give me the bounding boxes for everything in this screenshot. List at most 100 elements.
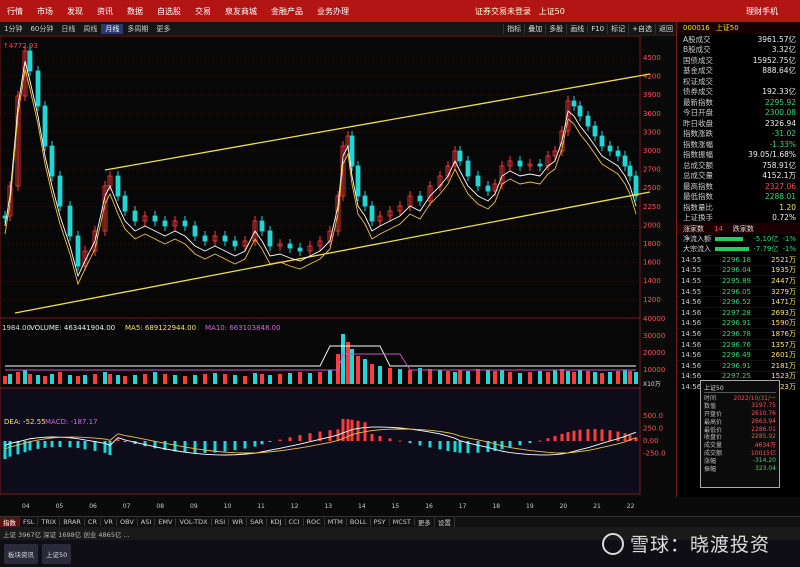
menu-item-data[interactable]: 数据 — [120, 6, 150, 17]
menu-item-products[interactable]: 金融产品 — [264, 6, 310, 17]
volume-bar — [446, 371, 450, 384]
indicator-tab[interactable]: 指数 — [0, 517, 20, 527]
volume-bar — [634, 372, 638, 384]
tab-60min[interactable]: 60分钟 — [26, 24, 57, 34]
volume-bar — [243, 376, 247, 384]
candle — [485, 185, 491, 192]
tick-row: 14:56 2296.52 1471万 — [677, 296, 800, 307]
menu-item-services[interactable]: 业务办理 — [310, 6, 356, 17]
candle — [465, 160, 471, 177]
indicator-tab[interactable]: VOL-TDX — [176, 518, 212, 526]
macd-bar — [36, 441, 40, 449]
volume-bar — [546, 372, 550, 384]
macd-bar — [243, 441, 247, 449]
indicator-tab[interactable]: BOLL — [347, 518, 371, 526]
stock-header[interactable]: 000016 上证50 — [677, 22, 800, 34]
indicator-tab[interactable]: RSI — [212, 518, 230, 526]
draw-line-button[interactable]: 画线 — [566, 24, 587, 34]
macd-bar — [50, 441, 54, 448]
tab-1min[interactable]: 1分钟 — [0, 24, 26, 34]
menu-item-trade[interactable]: 交易 — [188, 6, 218, 17]
price-axis-label: 1800 — [643, 240, 661, 248]
macd-bar — [438, 441, 442, 450]
indicator-tab[interactable]: FSL — [20, 518, 39, 526]
menu-item-watchlist[interactable]: 自选股 — [150, 6, 188, 17]
tick-row: 14:55 2295.89 2447万 — [677, 275, 800, 286]
macd-bar — [458, 441, 462, 453]
indicator-tab[interactable]: PSY — [371, 518, 390, 526]
stock-name: 上证50 — [715, 24, 739, 32]
menu-item-exchange[interactable]: 市场 — [30, 6, 60, 17]
volume-bar — [3, 376, 7, 384]
indicator-tab[interactable]: SAR — [247, 518, 268, 526]
macd-bar — [260, 441, 264, 445]
tick-list[interactable]: 14:55 2296.18 2521万 14:55 2296.04 1935万 14:55 2… — [677, 254, 800, 392]
volume-bar — [103, 372, 107, 384]
taskbar-news[interactable]: 板块资讯 — [4, 543, 38, 564]
candle — [27, 50, 33, 72]
tab-more[interactable]: 更多 — [152, 24, 174, 34]
volume-legend: VOLUME: 463441904.00 — [30, 324, 116, 332]
indicator-tab[interactable]: ROC — [304, 518, 325, 526]
stat-row: 总成交量 4152.1万 — [683, 171, 796, 181]
overlay-button[interactable]: 叠加 — [524, 24, 545, 34]
macd-bar — [3, 441, 7, 459]
indicator-tab[interactable]: KDJ — [267, 518, 286, 526]
stat-row: 今日开盘 2300.08 — [683, 108, 796, 118]
stat-row: 上证换手 0.72% — [683, 213, 796, 223]
indicator-tab[interactable]: TRIX — [38, 518, 61, 526]
x-axis-label: 04 — [22, 503, 30, 510]
indicator-tab[interactable]: ASI — [138, 518, 156, 526]
volume-bar — [486, 370, 490, 384]
f10-button[interactable]: F10 — [587, 25, 607, 33]
indicator-tab[interactable]: WR — [229, 518, 248, 526]
candle — [115, 175, 121, 197]
indicator-tab[interactable]: BRAR — [60, 518, 85, 526]
add-watchlist-button[interactable]: +自选 — [628, 24, 655, 34]
tab-weekly[interactable]: 周线 — [79, 24, 101, 34]
menu-item-discover[interactable]: 发现 — [60, 6, 90, 17]
indicator-tab[interactable]: 设置 — [435, 517, 455, 527]
macd-bar — [388, 438, 392, 441]
indicator-tab[interactable]: CR — [85, 518, 101, 526]
macd-bar — [560, 433, 564, 441]
indicator-tab[interactable]: MCST — [390, 518, 415, 526]
tab-multi-period[interactable]: 多周期 — [123, 24, 152, 34]
menu-item-mall[interactable]: 泉友商城 — [218, 6, 264, 17]
indicator-tab[interactable]: OBV — [117, 518, 138, 526]
price-pane — [0, 35, 641, 319]
macd-bar — [68, 441, 72, 448]
volume-bar — [458, 370, 462, 384]
indicator-button[interactable]: 指标 — [503, 24, 524, 34]
volume-bar — [608, 372, 612, 384]
indicator-tab[interactable]: CCI — [286, 518, 304, 526]
indicator-tab[interactable]: MTM — [325, 518, 347, 526]
back-button[interactable]: 返回 — [655, 24, 676, 34]
stat-row: 总成交额 758.91亿 — [683, 160, 796, 170]
macd-bar — [600, 429, 604, 441]
peak-label: ↑4772.93 — [3, 42, 38, 50]
mark-button[interactable]: 标记 — [607, 24, 628, 34]
kline-chart-area[interactable]: 4500 4200 3900 3600 3300 3000 2700 2500 2250 2000… — [0, 35, 676, 516]
candle — [517, 160, 523, 167]
multi-stock-button[interactable]: 多股 — [545, 24, 566, 34]
candle — [35, 70, 41, 107]
indicator-tab[interactable]: 更多 — [415, 517, 435, 527]
indicator-tab[interactable]: VR — [101, 518, 117, 526]
stat-row: 最高指数 2327.06 — [683, 181, 796, 191]
volume-bar — [133, 375, 137, 384]
indicator-tab[interactable]: EMV — [155, 518, 177, 526]
candle — [152, 215, 158, 222]
macd-bar — [143, 441, 147, 447]
price-axis-label: 1400 — [643, 277, 661, 285]
top-menu-bar: 行情 市场 发现 资讯 数据 自选股 交易 泉友商城 金融产品 业务办理 证券交… — [0, 0, 800, 22]
candle — [75, 235, 81, 267]
tab-monthly[interactable]: 月线 — [101, 23, 124, 34]
volume-bar — [408, 370, 412, 384]
kline-chart[interactable]: 4500 4200 3900 3600 3300 3000 2700 2500 2250 2000… — [0, 35, 676, 516]
tab-daily[interactable]: 日线 — [57, 24, 79, 34]
menu-item-news[interactable]: 资讯 — [90, 6, 120, 17]
taskbar-index[interactable]: 上证50 — [42, 543, 72, 564]
menu-item-market[interactable]: 行情 — [0, 6, 30, 17]
mobile-link[interactable]: 理财手机 — [746, 6, 778, 17]
